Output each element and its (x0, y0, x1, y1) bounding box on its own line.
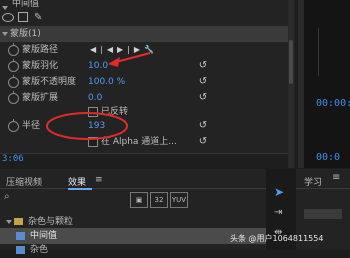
watermark-text: 头条 @用户1064811554 (230, 234, 324, 243)
annotation-overlay (46, 52, 151, 140)
red-ellipse (46, 112, 128, 140)
red-arrow (108, 52, 151, 67)
